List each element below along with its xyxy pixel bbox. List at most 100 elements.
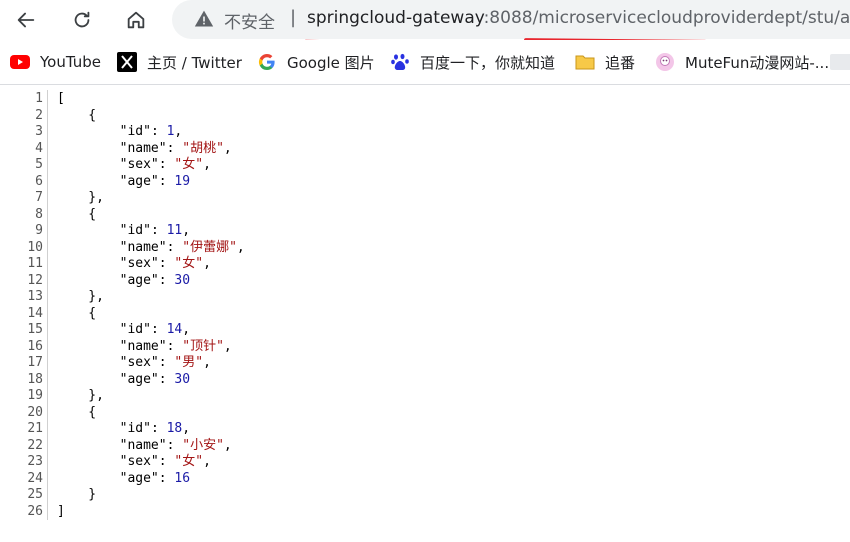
overflow-icon (830, 52, 850, 72)
code-line: 11 "sex": "女", (0, 256, 850, 273)
code-line: 13 }, (0, 289, 850, 306)
line-number: 7 (35, 190, 43, 205)
bookmark-google-images[interactable]: Google 图片 (257, 50, 375, 74)
code-text: { (57, 107, 97, 123)
baidu-icon (390, 52, 410, 72)
code-text: "name": "小安", (119, 437, 232, 453)
code-text: "name": "胡桃", (119, 140, 232, 156)
url-text[interactable]: springcloud-gateway:8088/microserviceclo… (307, 8, 850, 28)
code-line: 24 "age": 16 (0, 471, 850, 488)
folder-icon (575, 52, 595, 72)
line-number: 26 (27, 503, 43, 519)
bookmarks-bar: YouTube 主页 / Twitter Google 图片 百度一下，你就知道… (0, 40, 850, 85)
code-text: "sex": "男", (119, 355, 211, 370)
not-secure-label[interactable]: 不安全 (224, 8, 275, 33)
bookmark-youtube[interactable]: YouTube (10, 50, 101, 74)
arrow-left-icon (17, 12, 35, 28)
code-text: "age": 16 (119, 470, 191, 486)
home-button[interactable] (120, 4, 152, 36)
code-text: "id": 14, (119, 322, 191, 337)
line-number: 4 (35, 140, 43, 156)
line-number: 14 (27, 305, 43, 321)
address-bar[interactable]: 不安全 | springcloud-gateway:8088/microserv… (172, 0, 850, 39)
code-text: }, (57, 289, 104, 304)
line-number: 11 (27, 256, 43, 271)
line-number: 1 (35, 91, 43, 106)
code-text: "name": "顶针", (119, 338, 232, 354)
line-number: 15 (27, 322, 43, 337)
code-text: "id": 11, (119, 223, 191, 238)
line-number: 10 (27, 239, 43, 255)
code-line: 8 { (0, 207, 850, 224)
code-text: { (57, 404, 97, 420)
code-line: 1[ (0, 91, 850, 108)
code-text: "name": "伊蕾娜", (119, 239, 245, 255)
code-text: "sex": "女", (119, 157, 211, 172)
line-number: 25 (27, 487, 43, 502)
bookmark-label: 主页 / Twitter (147, 53, 242, 72)
code-line: 20 { (0, 405, 850, 422)
code-line: 5 "sex": "女", (0, 157, 850, 174)
reload-button[interactable] (66, 4, 98, 36)
code-line: 16 "name": "顶针", (0, 339, 850, 356)
code-line: 3 "id": 1, (0, 124, 850, 141)
home-icon (127, 11, 145, 29)
code-text: "id": 18, (119, 421, 191, 436)
code-line: 23 "sex": "女", (0, 454, 850, 471)
mutefun-icon (655, 52, 675, 72)
line-number: 3 (35, 124, 43, 139)
code-text: "age": 19 (119, 173, 191, 189)
code-line: 10 "name": "伊蕾娜", (0, 240, 850, 257)
bookmark-label: 百度一下，你就知道 (420, 53, 556, 72)
reload-icon (74, 11, 90, 28)
back-button[interactable] (10, 4, 42, 36)
code-line: 15 "id": 14, (0, 322, 850, 339)
code-line: 19 }, (0, 388, 850, 405)
line-number: 6 (35, 173, 43, 189)
bookmark-label: Google 图片 (287, 53, 375, 72)
code-line: 25 } (0, 487, 850, 504)
bookmark-label: 追番 (605, 53, 636, 72)
code-line: 14 { (0, 306, 850, 323)
browser-toolbar: 不安全 | springcloud-gateway:8088/microserv… (0, 0, 850, 47)
url-host: springcloud-gateway (307, 8, 484, 28)
code-text: }, (57, 388, 104, 403)
code-text: "id": 1, (119, 124, 183, 139)
code-text: } (57, 487, 97, 502)
code-line: 6 "age": 19 (0, 174, 850, 191)
url-path: :8088/microservicecloudproviderdept/stu/… (483, 8, 850, 28)
bookmark-label: YouTube (40, 53, 101, 71)
code-text: "age": 30 (119, 272, 191, 288)
code-text: "age": 30 (119, 371, 191, 387)
line-number: 18 (27, 371, 43, 387)
bookmark-folder-zhuifan[interactable]: 追番 (575, 50, 635, 74)
line-number: 8 (35, 206, 43, 222)
code-line: 2 { (0, 108, 850, 125)
line-number: 12 (27, 272, 43, 288)
line-number: 13 (27, 289, 43, 304)
code-line: 22 "name": "小安", (0, 438, 850, 455)
json-viewer: 1[2 {3 "id": 1, 4 "name": "胡桃", 5 "sex": "… (0, 90, 850, 542)
bookmark-label: MuteFun动漫网站-... (685, 53, 830, 72)
line-number: 21 (27, 421, 43, 436)
code-text: }, (57, 190, 104, 205)
code-line: 21 "id": 18, (0, 421, 850, 438)
bookmark-twitter[interactable]: 主页 / Twitter (117, 50, 242, 74)
code-text: "sex": "女", (119, 454, 211, 469)
code-text: ] (57, 503, 65, 519)
bookmark-mutefun[interactable]: MuteFun动漫网站-... (655, 50, 829, 74)
x-icon (117, 52, 137, 72)
warning-icon[interactable] (194, 9, 214, 29)
code-line: 4 "name": "胡桃", (0, 141, 850, 158)
code-text: [ (57, 91, 65, 106)
bookmarks-overflow-button[interactable] (828, 50, 850, 74)
line-number: 20 (27, 404, 43, 420)
code-line: 18 "age": 30 (0, 372, 850, 389)
code-text: { (57, 206, 97, 222)
google-icon (257, 52, 277, 72)
line-number: 19 (27, 388, 43, 403)
code-line: 26] (0, 504, 850, 521)
bookmark-baidu[interactable]: 百度一下，你就知道 (390, 50, 555, 74)
code-line: 17 "sex": "男", (0, 355, 850, 372)
line-number: 22 (27, 437, 43, 453)
